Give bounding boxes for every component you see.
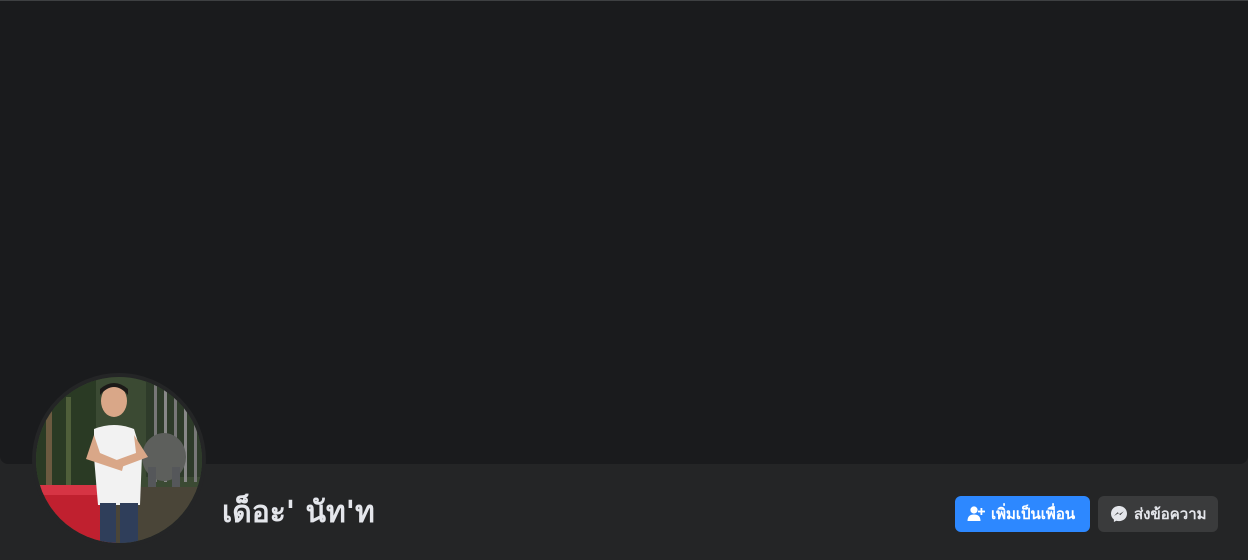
cover-photo[interactable] xyxy=(0,1,1248,464)
profile-header: เด็อะ' นัท'ท เพิ่มเป็นเพื่อน ส่งข้อความ xyxy=(0,0,1248,560)
add-friend-icon xyxy=(967,505,985,523)
avatar[interactable] xyxy=(32,373,206,547)
add-friend-label: เพิ่มเป็นเพื่อน xyxy=(991,505,1076,523)
messenger-icon xyxy=(1110,505,1128,523)
add-friend-button[interactable]: เพิ่มเป็นเพื่อน xyxy=(955,496,1090,532)
profile-picture-image xyxy=(36,377,202,543)
profile-name: เด็อะ' นัท'ท xyxy=(222,495,375,530)
profile-picture[interactable] xyxy=(36,377,202,543)
send-message-label: ส่งข้อความ xyxy=(1134,505,1207,523)
send-message-button[interactable]: ส่งข้อความ xyxy=(1098,496,1218,532)
